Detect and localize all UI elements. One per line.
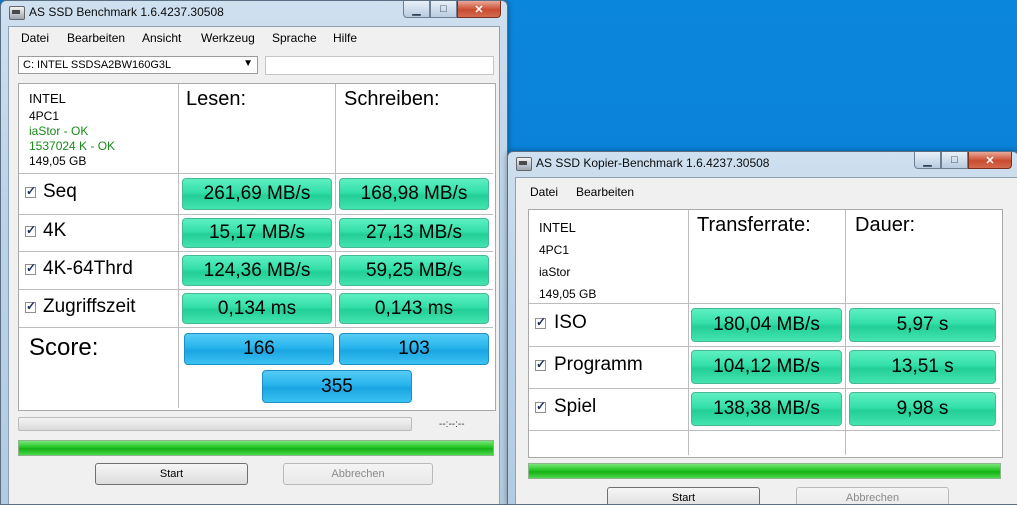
- program-time-value: 13,51 s: [849, 350, 996, 384]
- 4k64-checkbox[interactable]: [25, 261, 36, 275]
- title-bar[interactable]: AS SSD Kopier-Benchmark 1.6.4237.30508 ▁…: [508, 152, 1017, 174]
- copy-benchmark-window: AS SSD Kopier-Benchmark 1.6.4237.30508 ▁…: [507, 151, 1017, 505]
- alignment-status: 1537024 K - OK: [29, 139, 116, 153]
- 4k-read-value: 15,17 MB/s: [182, 218, 332, 248]
- abort-button[interactable]: Abbrechen: [283, 463, 433, 485]
- row-label-4k64: 4K-64Thrd: [43, 258, 133, 279]
- drive-vendor: INTEL: [539, 220, 576, 235]
- overall-progress-fill: [19, 441, 493, 455]
- copy-results-panel: INTEL 4PC1 iaStor 149,05 GB Transferrate…: [528, 209, 1003, 458]
- menu-hilfe[interactable]: Hilfe: [333, 31, 357, 45]
- start-button[interactable]: Start: [607, 487, 760, 504]
- menu-datei[interactable]: Datei: [21, 31, 49, 45]
- menu-datei[interactable]: Datei: [530, 185, 558, 199]
- start-button[interactable]: Start: [95, 463, 248, 485]
- score-read-value: 166: [184, 333, 334, 365]
- drive-select[interactable]: C: INTEL SSDSA2BW160G3L ▼: [18, 56, 258, 74]
- access-write-value: 0,143 ms: [339, 293, 489, 324]
- test-progress-bar: [18, 417, 412, 431]
- window-controls: ▁ □ ✕: [914, 152, 1012, 170]
- driver-name: iaStor: [539, 265, 571, 279]
- 4k-checkbox[interactable]: [25, 223, 36, 237]
- drive-size: 149,05 GB: [29, 154, 87, 168]
- window-client: Datei Bearbeiten Ansicht Werkzeug Sprach…: [8, 26, 500, 504]
- row-label-4k: 4K: [43, 220, 67, 241]
- iso-time-value: 5,97 s: [849, 308, 996, 342]
- row-label-program: Programm: [554, 354, 643, 375]
- seq-checkbox[interactable]: [25, 184, 36, 198]
- maximize-icon[interactable]: □: [941, 152, 968, 169]
- drive-firmware: 4PC1: [539, 243, 570, 257]
- title-bar[interactable]: AS SSD Benchmark 1.6.4237.30508 ▁ □ ✕: [1, 1, 507, 23]
- window-client: Datei Bearbeiten INTEL 4PC1 iaStor 149,0…: [515, 177, 1017, 504]
- driver-status: iaStor - OK: [29, 124, 89, 138]
- 4k64-write-value: 59,25 MB/s: [339, 255, 489, 286]
- abort-button[interactable]: Abbrechen: [796, 487, 949, 504]
- score-label: Score:: [29, 334, 99, 361]
- score-total-value: 355: [262, 370, 412, 403]
- access-read-value: 0,134 ms: [182, 293, 332, 324]
- menu-bar: Datei Bearbeiten Ansicht Werkzeug Sprach…: [9, 27, 499, 47]
- menu-ansicht[interactable]: Ansicht: [142, 31, 181, 45]
- iso-rate-value: 180,04 MB/s: [691, 308, 842, 342]
- score-write-value: 103: [339, 333, 489, 365]
- transfer-rate-header: Transferrate:: [697, 214, 811, 236]
- close-icon[interactable]: ✕: [968, 152, 1012, 169]
- menu-bar: Datei Bearbeiten: [516, 178, 1017, 199]
- seq-write-value: 168,98 MB/s: [339, 178, 489, 210]
- window-title: AS SSD Benchmark 1.6.4237.30508: [29, 5, 224, 19]
- drive-select-value: C: INTEL SSDSA2BW160G3L: [23, 59, 172, 71]
- 4k-write-value: 27,13 MB/s: [339, 218, 489, 248]
- menu-bearbeiten[interactable]: Bearbeiten: [576, 185, 634, 199]
- menu-sprache[interactable]: Sprache: [272, 31, 317, 45]
- elapsed-time: --:--:--: [439, 419, 465, 430]
- close-icon[interactable]: ✕: [457, 1, 501, 18]
- read-header: Lesen:: [186, 88, 247, 110]
- access-time-checkbox[interactable]: [25, 299, 36, 313]
- iso-checkbox[interactable]: [535, 315, 546, 329]
- window-title: AS SSD Kopier-Benchmark 1.6.4237.30508: [536, 156, 770, 170]
- benchmark-window: AS SSD Benchmark 1.6.4237.30508 ▁ □ ✕ Da…: [0, 0, 508, 505]
- drive-info-field[interactable]: [265, 56, 494, 75]
- drive-firmware: 4PC1: [29, 109, 60, 123]
- minimize-icon[interactable]: ▁: [914, 152, 941, 169]
- program-rate-value: 104,12 MB/s: [691, 350, 842, 384]
- game-rate-value: 138,38 MB/s: [691, 392, 842, 426]
- row-label-access-time: Zugriffszeit: [43, 296, 136, 317]
- drive-info: INTEL 4PC1 iaStor 149,05 GB: [539, 217, 596, 305]
- copy-progress-bar: [528, 463, 1001, 479]
- menu-bearbeiten[interactable]: Bearbeiten: [67, 31, 125, 45]
- app-icon: [516, 157, 532, 171]
- game-checkbox[interactable]: [535, 399, 546, 413]
- row-label-game: Spiel: [554, 396, 597, 417]
- menu-werkzeug[interactable]: Werkzeug: [201, 31, 255, 45]
- maximize-icon[interactable]: □: [430, 1, 457, 18]
- results-panel: INTEL 4PC1 iaStor - OK 1537024 K - OK 14…: [18, 83, 496, 411]
- chevron-down-icon: ▼: [243, 58, 253, 69]
- program-checkbox[interactable]: [535, 357, 546, 371]
- write-header: Schreiben:: [344, 88, 440, 110]
- minimize-icon[interactable]: ▁: [403, 1, 430, 18]
- window-controls: ▁ □ ✕: [403, 1, 501, 19]
- 4k64-read-value: 124,36 MB/s: [182, 255, 332, 286]
- game-time-value: 9,98 s: [849, 392, 996, 426]
- duration-header: Dauer:: [855, 214, 916, 236]
- drive-info: INTEL 4PC1 iaStor - OK 1537024 K - OK 14…: [29, 91, 115, 169]
- row-label-seq: Seq: [43, 181, 77, 202]
- seq-read-value: 261,69 MB/s: [182, 178, 332, 210]
- overall-progress-bar: [18, 440, 494, 456]
- copy-progress-fill: [529, 464, 1000, 478]
- drive-vendor: INTEL: [29, 91, 66, 106]
- app-icon: [9, 6, 25, 20]
- drive-size: 149,05 GB: [539, 287, 597, 301]
- row-label-iso: ISO: [554, 312, 587, 333]
